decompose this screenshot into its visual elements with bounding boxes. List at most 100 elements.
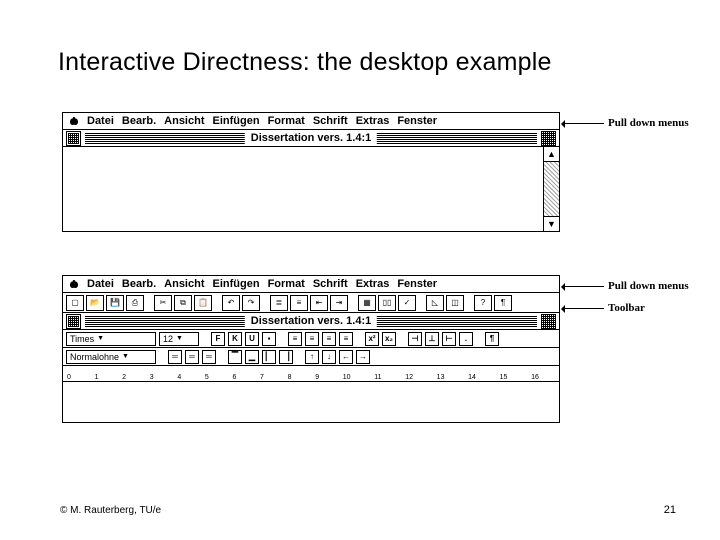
- save-icon[interactable]: 💾: [106, 295, 124, 311]
- spacing-2-icon[interactable]: ═: [202, 350, 216, 364]
- annotation-2-label: Pull down menus: [608, 280, 689, 292]
- list-icon[interactable]: ≣: [270, 295, 288, 311]
- tab-center-icon[interactable]: ⊥: [425, 332, 439, 346]
- hidden-text-button[interactable]: ▪: [262, 332, 276, 346]
- new-doc-icon[interactable]: ▢: [66, 295, 84, 311]
- columns-icon[interactable]: ▯▯: [378, 295, 396, 311]
- tab-right-icon[interactable]: ⊢: [442, 332, 456, 346]
- ruler-tick: 14: [468, 374, 476, 381]
- chevron-down-icon: ▼: [176, 335, 183, 342]
- subscript-icon[interactable]: x₂: [382, 332, 396, 346]
- print-icon[interactable]: ⎙: [126, 295, 144, 311]
- menu-format[interactable]: Format: [268, 278, 305, 290]
- scroll-up-icon[interactable]: ▲: [544, 147, 559, 162]
- menu-bearb[interactable]: Bearb.: [122, 115, 156, 127]
- cut-icon[interactable]: ✂: [154, 295, 172, 311]
- align-left-icon[interactable]: ≡: [288, 332, 302, 346]
- arrow-icon: [562, 308, 604, 309]
- menubar-2: Datei Bearb. Ansicht Einfügen Format Sch…: [63, 276, 559, 293]
- footer-copyright: © M. Rauterberg, TU/e: [60, 505, 161, 516]
- numbered-list-icon[interactable]: ≡: [290, 295, 308, 311]
- tab-left-icon[interactable]: ⊣: [408, 332, 422, 346]
- border-top-icon[interactable]: ▔: [228, 350, 242, 364]
- ruler-tick: 11: [374, 374, 381, 381]
- move-down-icon[interactable]: ↓: [322, 350, 336, 364]
- screenshot-1: Datei Bearb. Ansicht Einfügen Format Sch…: [62, 112, 560, 232]
- menu-extras[interactable]: Extras: [356, 278, 390, 290]
- menu-einfuegen[interactable]: Einfügen: [213, 278, 260, 290]
- menu-fenster[interactable]: Fenster: [397, 278, 437, 290]
- bold-button[interactable]: F: [211, 332, 225, 346]
- menu-bearb[interactable]: Bearb.: [122, 278, 156, 290]
- show-formatting-icon[interactable]: ¶: [485, 332, 499, 346]
- border-bottom-icon[interactable]: ▁: [245, 350, 259, 364]
- outdent-icon[interactable]: ⇤: [310, 295, 328, 311]
- zoom-box-icon[interactable]: [541, 131, 556, 146]
- chart-icon[interactable]: ◫: [446, 295, 464, 311]
- ruler-tick: 7: [260, 374, 264, 381]
- chevron-down-icon: ▼: [122, 353, 129, 360]
- menu-einfuegen[interactable]: Einfügen: [213, 115, 260, 127]
- annotation-1: Pull down menus: [562, 117, 689, 129]
- menu-fenster[interactable]: Fenster: [397, 115, 437, 127]
- tab-decimal-icon[interactable]: .: [459, 332, 473, 346]
- vertical-scrollbar-1[interactable]: ▲ ▼: [543, 147, 559, 231]
- drawing-icon[interactable]: ◺: [426, 295, 444, 311]
- border-left-icon[interactable]: ▏: [262, 350, 276, 364]
- undo-icon[interactable]: ↶: [222, 295, 240, 311]
- ruler[interactable]: 0 1 2 3 4 5 6 7 8 9 10 11 12 13 14 15 16: [63, 366, 559, 382]
- spacing-1-icon[interactable]: ═: [168, 350, 182, 364]
- ruler-numbers: 0 1 2 3 4 5 6 7 8 9 10 11 12 13 14 15 16: [67, 374, 539, 381]
- redo-icon[interactable]: ↷: [242, 295, 260, 311]
- align-right-icon[interactable]: ≡: [322, 332, 336, 346]
- align-justify-icon[interactable]: ≡: [339, 332, 353, 346]
- annotation-3-label: Toolbar: [608, 302, 645, 314]
- promote-icon[interactable]: ←: [339, 350, 353, 364]
- underline-button[interactable]: U: [245, 332, 259, 346]
- ruler-tick: 13: [437, 374, 445, 381]
- scroll-down-icon[interactable]: ▼: [544, 216, 559, 231]
- window-title-1: Dissertation vers. 1.4:1: [245, 132, 377, 144]
- paste-icon[interactable]: 📋: [194, 295, 212, 311]
- open-icon[interactable]: 📂: [86, 295, 104, 311]
- move-up-icon[interactable]: ↑: [305, 350, 319, 364]
- ruler-tick: 12: [405, 374, 413, 381]
- scroll-track[interactable]: [544, 162, 559, 216]
- table-icon[interactable]: ▦: [358, 295, 376, 311]
- style-dropdown[interactable]: Normalohne ▼: [66, 350, 156, 364]
- zoom-box-icon[interactable]: [541, 314, 556, 329]
- help-icon[interactable]: ?: [474, 295, 492, 311]
- close-box-icon[interactable]: [66, 314, 81, 329]
- document-area-1: ▲ ▼: [63, 147, 559, 231]
- ruler-tick: 1: [95, 374, 99, 381]
- apple-menu-icon[interactable]: [69, 279, 79, 289]
- align-center-icon[interactable]: ≡: [305, 332, 319, 346]
- italic-button[interactable]: K: [228, 332, 242, 346]
- menu-schrift[interactable]: Schrift: [313, 115, 348, 127]
- font-toolbar: Times ▼ 12 ▼ F K U ▪ ≡ ≡ ≡ ≡ x² x₂ ⊣ ⊥ ⊢…: [63, 330, 559, 348]
- superscript-icon[interactable]: x²: [365, 332, 379, 346]
- window-titlebar-1: Dissertation vers. 1.4:1: [63, 130, 559, 147]
- menu-extras[interactable]: Extras: [356, 115, 390, 127]
- menu-ansicht[interactable]: Ansicht: [164, 278, 204, 290]
- menu-ansicht[interactable]: Ansicht: [164, 115, 204, 127]
- menu-schrift[interactable]: Schrift: [313, 278, 348, 290]
- indent-icon[interactable]: ⇥: [330, 295, 348, 311]
- spellcheck-icon[interactable]: ✓: [398, 295, 416, 311]
- menubar-1: Datei Bearb. Ansicht Einfügen Format Sch…: [63, 113, 559, 130]
- menu-format[interactable]: Format: [268, 115, 305, 127]
- font-size-value: 12: [163, 334, 173, 344]
- font-size-dropdown[interactable]: 12 ▼: [159, 332, 199, 346]
- ruler-tick: 9: [315, 374, 319, 381]
- menu-datei[interactable]: Datei: [87, 115, 114, 127]
- font-family-dropdown[interactable]: Times ▼: [66, 332, 156, 346]
- close-box-icon[interactable]: [66, 131, 81, 146]
- border-right-icon[interactable]: ▕: [279, 350, 293, 364]
- paragraph-icon[interactable]: ¶: [494, 295, 512, 311]
- copy-icon[interactable]: ⧉: [174, 295, 192, 311]
- menu-datei[interactable]: Datei: [87, 278, 114, 290]
- apple-menu-icon[interactable]: [69, 116, 79, 126]
- spacing-15-icon[interactable]: ═: [185, 350, 199, 364]
- demote-icon[interactable]: →: [356, 350, 370, 364]
- ruler-tick: 16: [531, 374, 539, 381]
